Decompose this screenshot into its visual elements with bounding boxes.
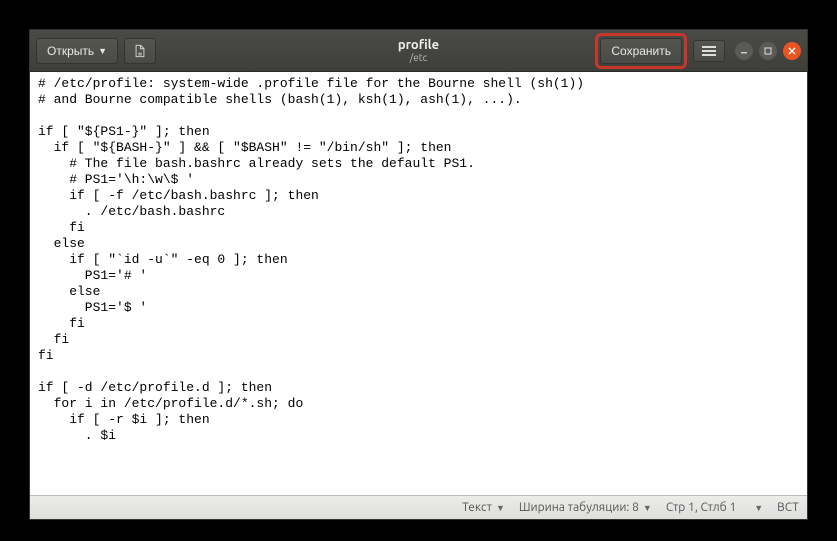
maximize-icon: [764, 47, 772, 55]
hamburger-icon: [702, 46, 716, 56]
chevron-down-icon: ▼: [643, 503, 652, 513]
save-button-label: Сохранить: [611, 44, 671, 58]
minimize-icon: [740, 47, 748, 55]
chevron-down-icon: ▼: [496, 503, 505, 513]
menu-button[interactable]: [693, 40, 725, 62]
cursor-position[interactable]: Стр 1, Стлб 1: [666, 501, 736, 514]
headerbar-right: Сохранить: [595, 33, 801, 69]
syntax-selector[interactable]: Текст ▼: [462, 501, 505, 514]
save-button[interactable]: Сохранить: [600, 38, 682, 64]
headerbar: Открыть ▼ profile /etc Сохранить: [30, 30, 807, 72]
chevron-down-icon: ▼: [98, 46, 107, 56]
tab-width-selector[interactable]: Ширина табуляции: 8 ▼: [519, 501, 652, 514]
close-button[interactable]: [783, 42, 801, 60]
insert-mode[interactable]: ВСТ: [777, 501, 799, 514]
window-controls: [735, 42, 801, 60]
open-button[interactable]: Открыть ▼: [36, 38, 118, 64]
syntax-label: Текст: [462, 501, 492, 514]
save-highlight-box: Сохранить: [595, 33, 687, 69]
insert-mode-label: ВСТ: [777, 501, 799, 514]
close-icon: [788, 47, 796, 55]
tab-width-label: Ширина табуляции: 8: [519, 501, 639, 514]
document-new-icon: [133, 44, 147, 58]
window-subtitle: /etc: [398, 52, 439, 63]
title-area: profile /etc: [398, 38, 439, 63]
text-editor[interactable]: # /etc/profile: system-wide .profile fil…: [30, 72, 807, 495]
headerbar-left: Открыть ▼: [36, 38, 156, 64]
maximize-button[interactable]: [759, 42, 777, 60]
open-button-label: Открыть: [47, 44, 94, 58]
chevron-down-icon: ▼: [754, 503, 763, 513]
minimize-button[interactable]: [735, 42, 753, 60]
cursor-position-label: Стр 1, Стлб 1: [666, 501, 736, 514]
new-tab-button[interactable]: [124, 38, 156, 64]
statusbar: Текст ▼ Ширина табуляции: 8 ▼ Стр 1, Стл…: [30, 495, 807, 519]
editor-window: Открыть ▼ profile /etc Сохранить: [29, 29, 808, 520]
window-title: profile: [398, 38, 439, 52]
